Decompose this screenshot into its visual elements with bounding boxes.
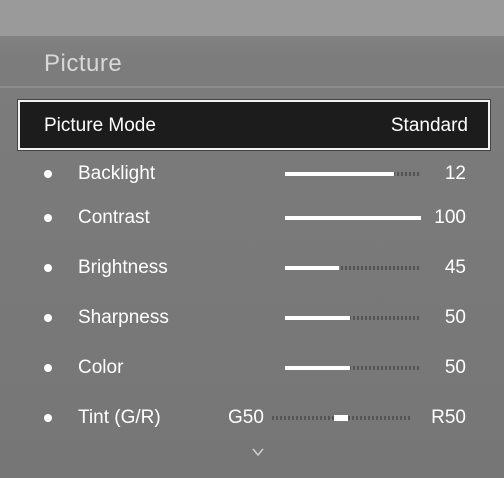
brightness-slider[interactable] [285, 266, 421, 270]
menu-item-backlight[interactable]: Backlight 12 [0, 152, 504, 196]
color-slider[interactable] [285, 366, 421, 370]
color-slider-fill [285, 366, 351, 370]
backlight-slider[interactable] [285, 172, 421, 176]
bullet-icon [44, 364, 52, 372]
picture-menu-screen: Picture Picture Mode Standard Backlight … [0, 0, 504, 478]
color-label: Color [78, 357, 124, 378]
menu-item-color[interactable]: Color 50 [0, 346, 504, 390]
menu-item-contrast[interactable]: Contrast 100 [0, 196, 504, 240]
bullet-icon [44, 170, 52, 178]
tint-slider[interactable] [272, 415, 410, 421]
color-value: 50 [444, 357, 466, 378]
tint-slider-marker [334, 415, 348, 421]
contrast-value: 100 [434, 207, 466, 228]
tint-label: Tint (G/R) [78, 407, 161, 428]
bullet-icon [44, 414, 52, 422]
menu-title: Picture [44, 50, 123, 77]
title-divider [0, 86, 504, 88]
backlight-slider-fill [285, 172, 394, 176]
brightness-label: Brightness [78, 257, 168, 278]
sharpness-slider-fill [285, 316, 351, 320]
sharpness-label: Sharpness [78, 307, 169, 328]
menu-item-brightness[interactable]: Brightness 45 [0, 246, 504, 290]
contrast-label: Contrast [78, 207, 150, 228]
bullet-icon [44, 314, 52, 322]
bullet-icon [44, 214, 52, 222]
contrast-slider[interactable] [285, 216, 421, 220]
backlight-label: Backlight [78, 163, 156, 184]
brightness-slider-fill [285, 266, 340, 270]
chevron-down-icon[interactable] [252, 446, 264, 458]
contrast-slider-fill [285, 216, 421, 220]
tint-green-value: G50 [228, 407, 264, 428]
picture-mode-value: Standard [390, 115, 468, 136]
brightness-value: 45 [444, 257, 466, 278]
header-strip [0, 0, 504, 36]
bullet-icon [44, 264, 52, 272]
picture-mode-label: Picture Mode [44, 115, 156, 136]
tint-red-value: R50 [431, 407, 466, 428]
sharpness-value: 50 [444, 307, 466, 328]
menu-item-tint[interactable]: Tint (G/R) G50 R50 [0, 396, 504, 440]
picture-mode-row[interactable]: Picture Mode Standard [18, 100, 490, 150]
backlight-value: 12 [444, 163, 466, 184]
sharpness-slider[interactable] [285, 316, 421, 320]
menu-item-sharpness[interactable]: Sharpness 50 [0, 296, 504, 340]
